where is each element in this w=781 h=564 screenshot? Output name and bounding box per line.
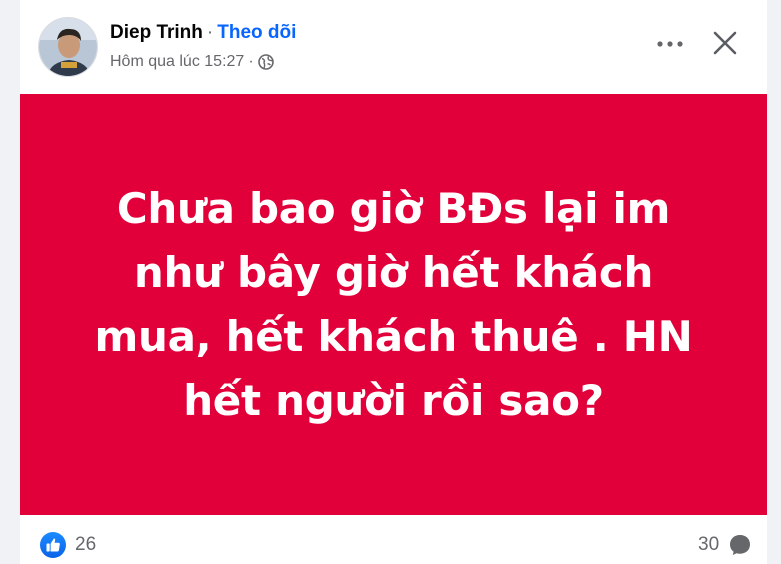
author-name[interactable]: Diep Trinh	[110, 22, 203, 44]
follow-button[interactable]: Theo dõi	[217, 22, 296, 44]
name-separator: ·	[206, 22, 214, 43]
post-container: Diep Trinh · Theo dõi Hôm qua lúc 15:27 …	[20, 0, 767, 564]
like-count[interactable]: 26	[75, 534, 96, 556]
comment-icon[interactable]	[728, 533, 752, 557]
post-text-image[interactable]: Chưa bao giờ BĐs lại im như bây giờ hết …	[20, 94, 767, 515]
more-options-button[interactable]	[652, 26, 688, 62]
more-horizontal-icon	[657, 41, 683, 47]
page-background-left	[0, 0, 20, 564]
comment-count[interactable]: 30	[698, 534, 719, 556]
post-reactions-bar: 26 30	[20, 515, 767, 564]
post-image-text: Chưa bao giờ BĐs lại im như bây giờ hết …	[94, 183, 693, 425]
like-icon[interactable]	[40, 532, 66, 558]
post-header: Diep Trinh · Theo dõi Hôm qua lúc 15:27 …	[20, 0, 767, 94]
author-line: Diep Trinh · Theo dõi	[110, 20, 296, 46]
post-timestamp[interactable]: Hôm qua lúc 15:27	[110, 53, 244, 71]
globe-icon[interactable]	[257, 54, 274, 70]
post-meta: Hôm qua lúc 15:27 ·	[110, 52, 274, 72]
page-background-right	[767, 0, 781, 564]
post-card: Diep Trinh · Theo dõi Hôm qua lúc 15:27 …	[0, 0, 781, 564]
close-icon	[713, 31, 737, 55]
close-button[interactable]	[704, 22, 746, 64]
avatar[interactable]	[38, 17, 98, 77]
meta-separator: ·	[248, 53, 254, 70]
